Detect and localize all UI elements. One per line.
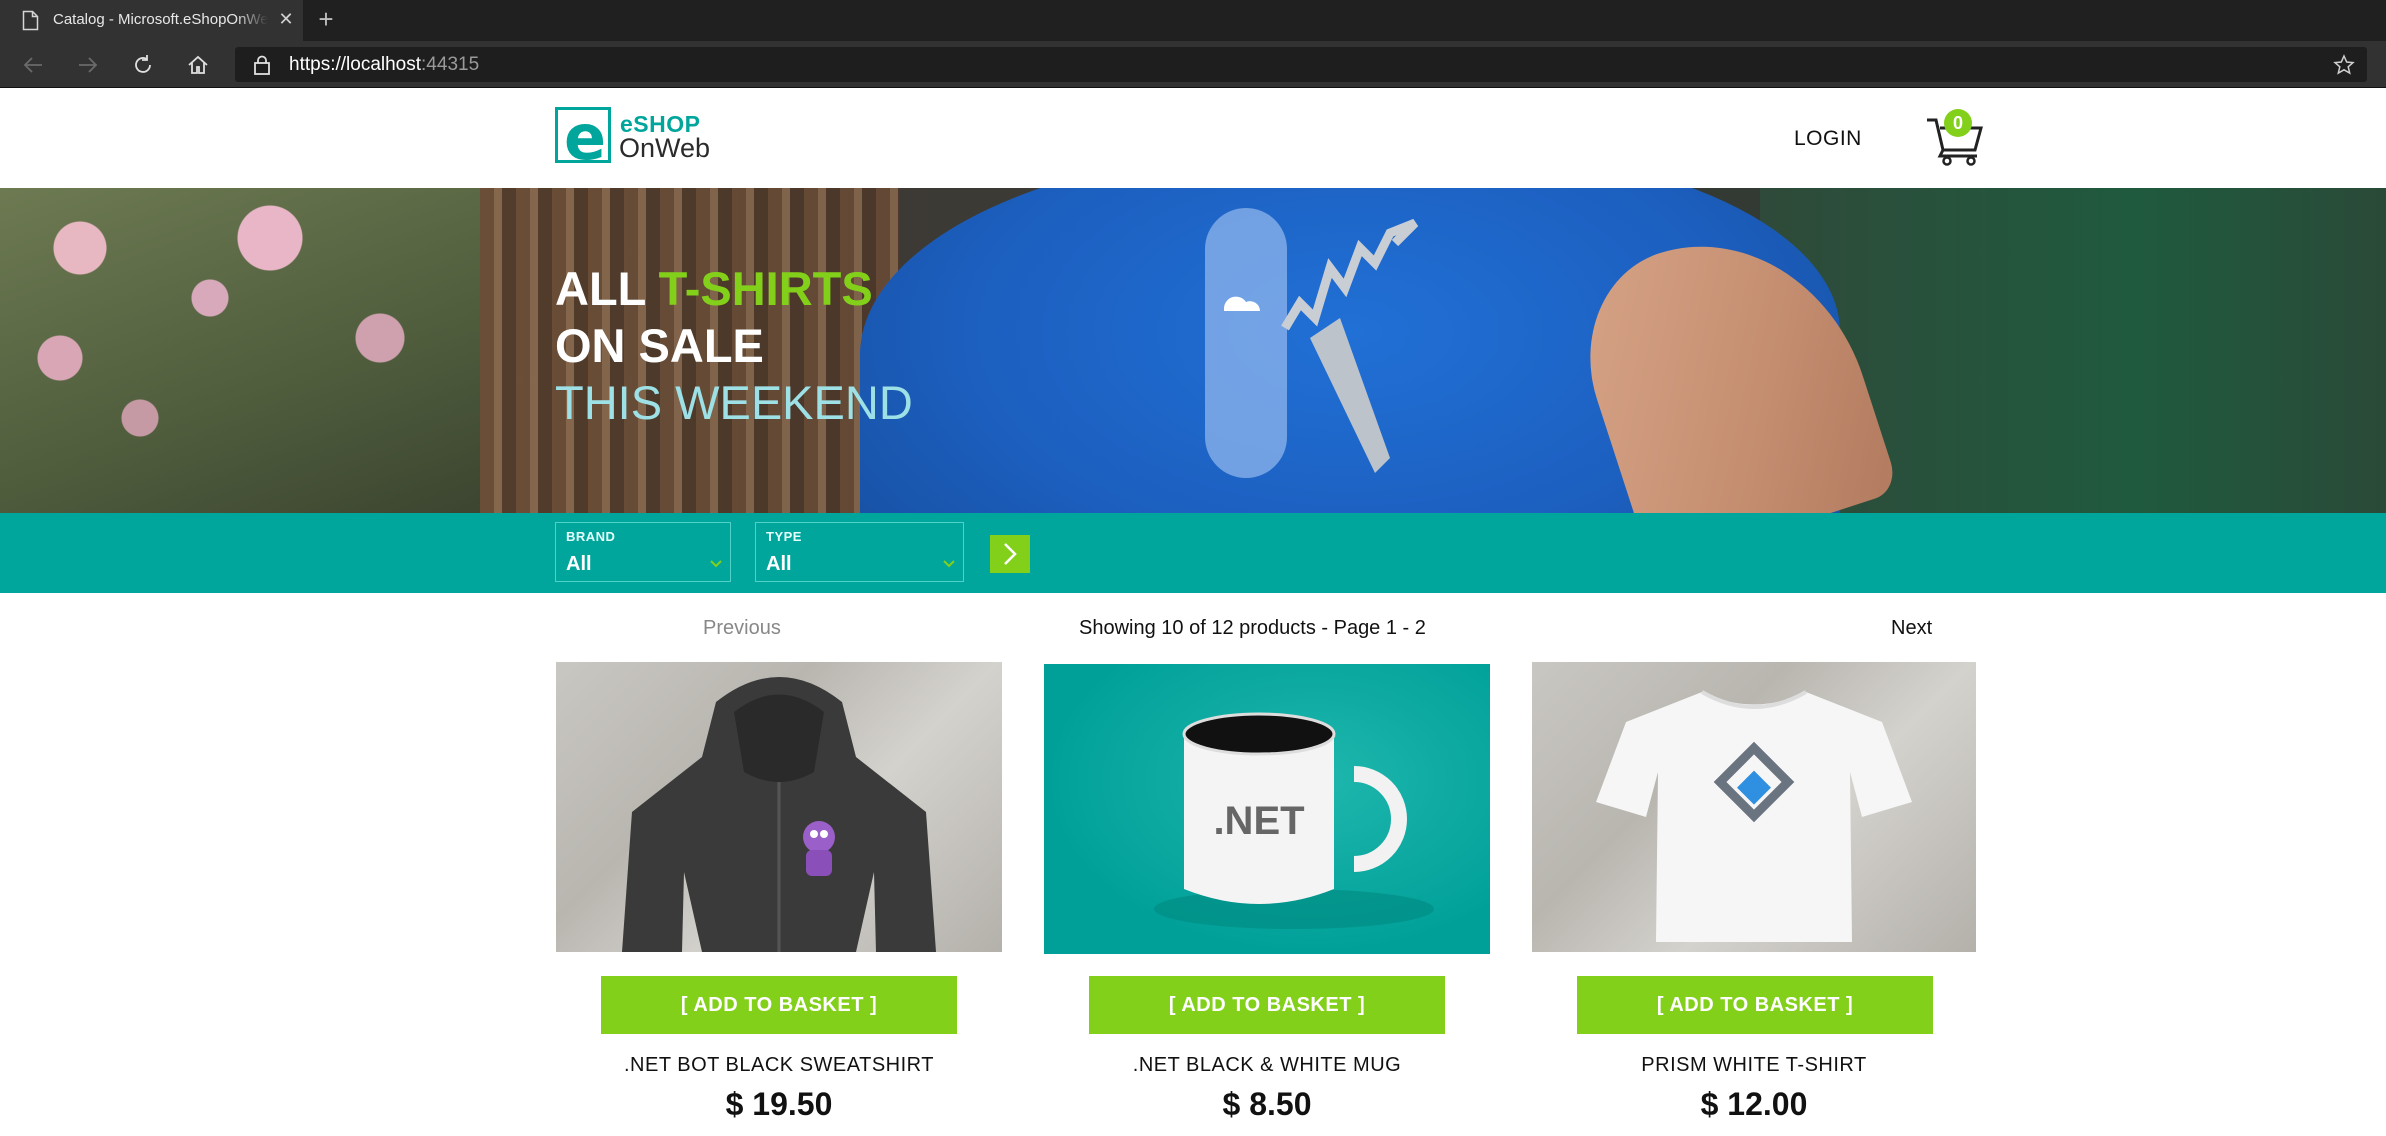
hero-line-1-b: T-SHIRTS [658,262,873,315]
logo-text-bottom: OnWeb [619,133,711,163]
product-image-sweatshirt[interactable] [556,662,1002,952]
browser-tab[interactable]: Catalog - Microsoft.eShopOnWeb ✕ [0,0,303,41]
close-icon[interactable]: ✕ [276,9,296,29]
address-bar[interactable]: https://localhost:44315 [235,47,2367,82]
home-button[interactable] [182,49,214,81]
brand-filter-value: All [566,553,592,575]
page-icon [22,10,39,31]
hero-line-3: THIS WEEKEND [555,376,913,429]
chevron-right-icon [1004,543,1017,565]
arrow-left-icon [23,57,42,73]
tab-title: Catalog - Microsoft.eShopOnWeb [53,11,268,28]
product-name: .NET BLACK & WHITE MUG [1132,1054,1402,1076]
type-filter-label: TYPE [766,529,802,544]
add-to-basket-button[interactable]: [ ADD TO BASKET ] [1089,976,1445,1034]
tshirt-illustration [1596,690,1912,942]
site-header: e eSHOP OnWeb LOGIN 0 [0,88,2386,188]
reload-button[interactable] [127,49,159,81]
chevron-down-icon [710,560,722,568]
page: e eSHOP OnWeb LOGIN 0 ALL T-SHIRTS ON SA… [0,88,2386,1136]
product-image-tshirt[interactable] [1532,662,1976,952]
type-filter-select[interactable]: TYPE All [755,522,964,582]
mug-illustration: .NET [1154,712,1434,929]
product-image-mug[interactable]: .NET [1044,664,1490,954]
product-price: $ 8.50 [1222,1086,1312,1122]
eshop-logo[interactable]: e eSHOP OnWeb [555,101,725,174]
sweatshirt-illustration [622,677,936,952]
swiss-knife-graphic [1205,208,1419,478]
cart-count-badge: 0 [1944,109,1972,137]
mug-label: .NET [1213,799,1304,843]
url-text: https://localhost:44315 [289,54,479,76]
home-icon [188,55,208,74]
apply-filter-button[interactable] [990,535,1030,573]
url-port: :44315 [421,54,480,75]
browser-tab-strip: Catalog - Microsoft.eShopOnWeb ✕ + [0,0,2386,41]
hero-banner: ALL T-SHIRTS ON SALE THIS WEEKEND [0,188,2386,513]
type-filter-value: All [766,553,792,575]
product-price: $ 12.00 [1700,1086,1808,1122]
pager-next[interactable]: Next [1891,617,1932,640]
brand-filter-label: BRAND [566,529,616,544]
reload-icon [135,55,151,73]
browser-toolbar: https://localhost:44315 [0,41,2386,88]
pager-previous[interactable]: Previous [703,617,781,640]
star-icon[interactable] [2333,54,2355,76]
brand-filter-select[interactable]: BRAND All [555,522,731,582]
filter-bar: BRAND All TYPE All [0,513,2386,593]
hero-line-2: ON SALE [555,319,764,372]
hero-headline: ALL T-SHIRTS ON SALE THIS WEEKEND [555,260,913,431]
add-to-basket-button[interactable]: [ ADD TO BASKET ] [601,976,957,1034]
url-host: https://localhost [289,54,422,75]
arrow-right-icon [79,57,98,73]
pager-info: Showing 10 of 12 products - Page 1 - 2 [1079,617,1426,639]
logo-e-glyph: e [564,101,607,174]
login-link[interactable]: LOGIN [1794,127,1862,151]
hero-line-1: ALL T-SHIRTS [555,260,913,317]
forward-button[interactable] [72,49,104,81]
back-button[interactable] [17,49,49,81]
hero-background-flowers [0,188,480,513]
logo-mark: e [555,101,611,174]
chevron-down-icon [943,560,955,568]
product-price: $ 19.50 [725,1086,833,1122]
hero-line-1-a: ALL [555,262,659,315]
product-name: PRISM WHITE T-SHIRT [1641,1054,1867,1076]
product-name: .NET BOT BLACK SWEATSHIRT [624,1054,934,1076]
lock-icon [254,55,270,75]
add-to-basket-button[interactable]: [ ADD TO BASKET ] [1577,976,1933,1034]
new-tab-button[interactable]: + [312,5,340,33]
